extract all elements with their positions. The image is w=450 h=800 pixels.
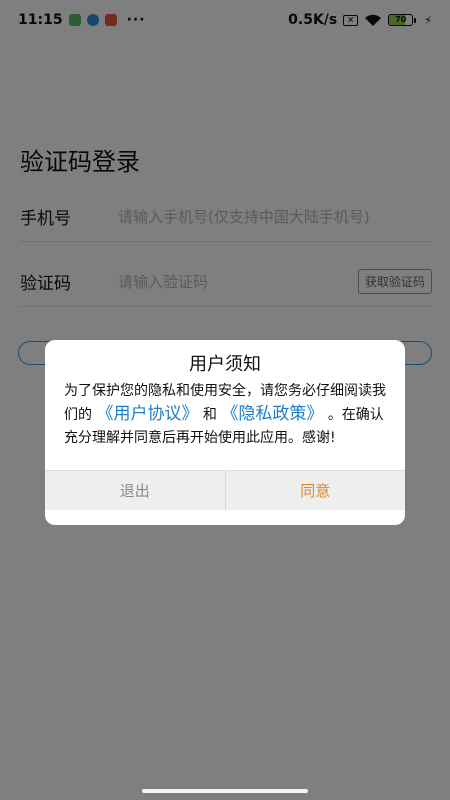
- dialog-title: 用户须知: [189, 354, 261, 375]
- dialog-text-and: 和: [202, 407, 217, 423]
- dialog-body: 为了保护您的隐私和使用安全，请您务必仔细阅读我们的 《用户协议》 和 《隐私政策…: [64, 380, 386, 450]
- exit-button[interactable]: 退出: [45, 471, 225, 510]
- user-agreement-link[interactable]: 《用户协议》: [96, 404, 198, 424]
- home-indicator[interactable]: [142, 789, 308, 793]
- agree-button[interactable]: 同意: [226, 471, 406, 510]
- dialog-actions: 退出 同意: [45, 470, 405, 510]
- user-notice-dialog: 用户须知 为了保护您的隐私和使用安全，请您务必仔细阅读我们的 《用户协议》 和 …: [45, 340, 405, 525]
- privacy-policy-link[interactable]: 《隐私政策》: [221, 404, 323, 424]
